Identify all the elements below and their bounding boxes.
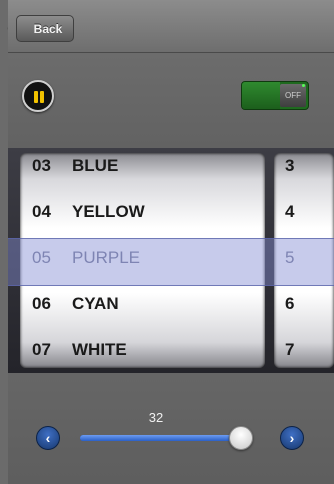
picker-number-row[interactable]: 4: [274, 189, 334, 235]
picker-row-label: PURPLE: [72, 248, 141, 267]
back-button[interactable]: Back: [16, 15, 74, 42]
toggle-led-indicator: [302, 84, 305, 87]
picker-number-row[interactable]: 7: [274, 327, 334, 368]
picker-row-label: BLUE: [72, 156, 119, 175]
picker-row-label: WHITE: [72, 340, 127, 359]
picker-row-number: 07: [32, 340, 51, 359]
slider-bar: 32 ‹ ›: [8, 373, 334, 484]
picker-row-number: 04: [32, 202, 51, 221]
picker-row-label: YELLOW: [72, 202, 145, 221]
navigation-bar: Back: [8, 0, 334, 53]
slider-track[interactable]: [80, 435, 248, 441]
picker-row-number: 03: [32, 156, 51, 175]
chevron-left-icon[interactable]: ‹: [36, 426, 60, 450]
toggle-knob: OFF: [280, 84, 306, 107]
slider-fill: [80, 435, 242, 441]
color-name-wheel[interactable]: 03 BLUE 04 YELLOW 05 PURPLE 06 CYAN 07 WHITE: [20, 153, 265, 368]
color-number-wheel[interactable]: 34567: [274, 153, 334, 368]
power-toggle[interactable]: OFF: [241, 81, 309, 110]
picker-row-label: CYAN: [72, 294, 119, 313]
picker-row[interactable]: 03 BLUE: [20, 153, 265, 189]
chevron-right-icon[interactable]: ›: [280, 426, 304, 450]
picker-row-number: 06: [32, 294, 51, 313]
picker-row[interactable]: 04 YELLOW: [20, 189, 265, 235]
picker-number-row[interactable]: 5: [274, 235, 334, 281]
controls-bar: OFF: [8, 53, 334, 148]
color-picker: 03 BLUE 04 YELLOW 05 PURPLE 06 CYAN 07 WHITE 3456…: [8, 148, 334, 373]
picker-row[interactable]: 06 CYAN: [20, 281, 265, 327]
picker-number-row[interactable]: 6: [274, 281, 334, 327]
slider-value: 32: [148, 410, 164, 425]
slider-thumb[interactable]: [229, 426, 254, 450]
picker-number-row[interactable]: 3: [274, 153, 334, 189]
picker-row[interactable]: 07 WHITE: [20, 327, 265, 368]
picker-row-number: 05: [32, 248, 51, 267]
picker-row[interactable]: 05 PURPLE: [20, 235, 265, 281]
pause-button[interactable]: [22, 80, 54, 112]
pause-icon: [34, 91, 38, 103]
